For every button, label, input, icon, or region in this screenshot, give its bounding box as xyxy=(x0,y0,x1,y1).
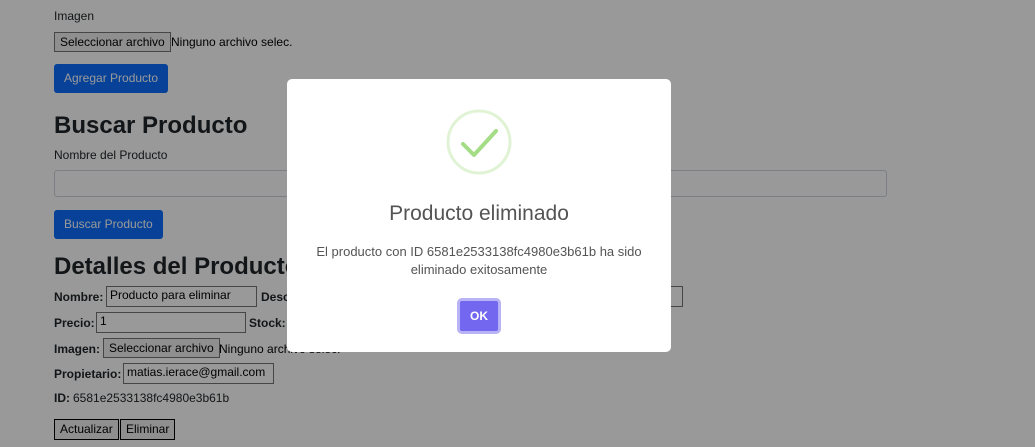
dialog-title: Producto eliminado xyxy=(389,202,569,225)
dialog-message: El producto con ID 6581e2533138fc4980e3b… xyxy=(316,244,642,277)
success-check-icon xyxy=(446,109,512,175)
alert-dialog: Producto eliminado El producto con ID 65… xyxy=(287,79,671,352)
ok-button[interactable]: OK xyxy=(457,298,501,334)
